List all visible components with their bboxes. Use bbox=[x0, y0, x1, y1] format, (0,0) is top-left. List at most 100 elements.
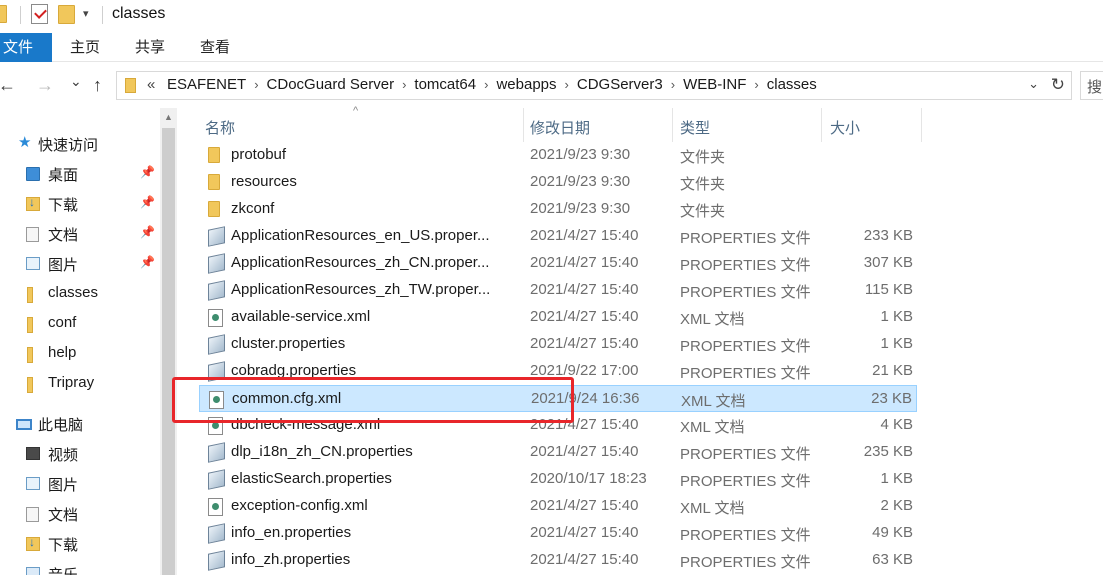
properties-icon[interactable] bbox=[31, 4, 48, 24]
chevron-down-icon[interactable]: ⌄ bbox=[1028, 76, 1039, 92]
table-row[interactable]: ApplicationResources_zh_TW.proper... 2021… bbox=[199, 277, 917, 304]
address-bar[interactable]: « ESAFENET › CDocGuard Server › tomcat64… bbox=[116, 71, 1072, 100]
xml-file-icon bbox=[208, 417, 223, 435]
search-input[interactable]: 搜 bbox=[1080, 71, 1103, 100]
column-label: 名称 bbox=[205, 120, 236, 137]
file-type: PROPERTIES 文件 bbox=[680, 338, 811, 355]
folder-icon[interactable] bbox=[0, 5, 7, 23]
sidebar-item-this-pc[interactable]: 此电脑 bbox=[0, 410, 160, 438]
table-row[interactable]: elasticSearch.properties 2020/10/17 18:23… bbox=[199, 466, 917, 493]
column-header-size[interactable]: 大小 bbox=[822, 108, 922, 142]
sidebar-item-label: 桌面 bbox=[48, 167, 79, 184]
breadcrumb-webapps[interactable]: webapps bbox=[492, 76, 560, 93]
properties-file-icon bbox=[208, 334, 225, 355]
sidebar-item-classes[interactable]: classes bbox=[0, 280, 160, 308]
scroll-up-icon[interactable]: ▲ bbox=[164, 112, 173, 122]
table-row[interactable]: cluster.properties 2021/4/27 15:40 PROPERT… bbox=[199, 331, 917, 358]
sidebar-item-videos[interactable]: 视频 bbox=[0, 440, 160, 468]
sidebar-item-help[interactable]: help bbox=[0, 340, 160, 368]
sidebar-item-music[interactable]: 音乐 bbox=[0, 560, 160, 575]
tab-file[interactable]: 文件 bbox=[0, 33, 52, 62]
file-size: 21 KB bbox=[872, 362, 913, 379]
file-size: 23 KB bbox=[871, 390, 912, 407]
table-row[interactable]: cobradg.properties 2021/9/22 17:00 PROPERT… bbox=[199, 358, 917, 385]
pin-icon[interactable]: 📌 bbox=[140, 165, 155, 179]
recent-locations-icon[interactable]: ⌄ bbox=[70, 72, 82, 90]
table-row-selected[interactable]: common.cfg.xml 2021/9/24 16:36 XML 文档 23 KB bbox=[199, 385, 917, 412]
folder-icon bbox=[27, 317, 33, 333]
pin-icon[interactable]: 📌 bbox=[140, 195, 155, 209]
table-row[interactable]: zkconf 2021/9/23 9:30 文件夹 bbox=[199, 196, 917, 223]
chevron-right-icon[interactable]: › bbox=[398, 77, 410, 92]
file-size: 2 KB bbox=[880, 497, 913, 514]
table-row[interactable]: available-service.xml 2021/4/27 15:40 XML … bbox=[199, 304, 917, 331]
tab-home[interactable]: 主页 bbox=[70, 33, 100, 62]
chevron-right-icon[interactable]: › bbox=[561, 77, 573, 92]
sidebar-item-tripray[interactable]: Tripray bbox=[0, 370, 160, 398]
up-arrow-icon[interactable]: ↑ bbox=[93, 76, 102, 94]
table-row[interactable]: resources 2021/9/23 9:30 文件夹 bbox=[199, 169, 917, 196]
table-row[interactable]: info_zh.properties 2021/4/27 15:40 PROPERT… bbox=[199, 547, 917, 574]
table-row[interactable]: dbcheck-message.xml 2021/4/27 15:40 XML 文档… bbox=[199, 412, 917, 439]
chevron-right-icon[interactable]: › bbox=[667, 77, 679, 92]
chevron-right-icon[interactable]: › bbox=[480, 77, 492, 92]
table-row[interactable]: ApplicationResources_zh_CN.proper... 2021… bbox=[199, 250, 917, 277]
window-title: classes bbox=[112, 5, 166, 22]
file-size: 115 KB bbox=[864, 281, 913, 298]
table-row[interactable]: protobuf 2021/9/23 9:30 文件夹 bbox=[199, 142, 917, 169]
properties-file-icon bbox=[208, 550, 225, 571]
sidebar-item-quick-access[interactable]: ★ 快速访问 bbox=[0, 130, 160, 158]
column-header-name[interactable]: 名称 bbox=[197, 108, 524, 142]
table-row[interactable]: ApplicationResources_en_US.proper... 2021… bbox=[199, 223, 917, 250]
breadcrumb-cdocguard-server[interactable]: CDocGuard Server bbox=[263, 76, 399, 93]
breadcrumb-esafenet[interactable]: ESAFENET bbox=[163, 76, 250, 93]
sidebar-item-desktop[interactable]: 桌面 📌 bbox=[0, 160, 160, 188]
sidebar-item-downloads[interactable]: 下载 📌 bbox=[0, 190, 160, 218]
tab-view[interactable]: 查看 bbox=[200, 33, 230, 62]
refresh-icon[interactable]: ↻ bbox=[1051, 75, 1065, 95]
nav-pane-scrollbar[interactable]: ▲ bbox=[160, 108, 177, 575]
table-row[interactable]: dlp_i18n_zh_CN.properties 2021/4/27 15:40… bbox=[199, 439, 917, 466]
new-folder-icon[interactable] bbox=[58, 5, 75, 24]
back-arrow-icon[interactable]: ← bbox=[0, 76, 16, 94]
file-type: PROPERTIES 文件 bbox=[680, 473, 811, 490]
chevron-right-icon[interactable]: › bbox=[750, 77, 762, 92]
star-icon: ★ bbox=[18, 134, 32, 151]
sidebar-item-documents-pc[interactable]: 文档 bbox=[0, 500, 160, 528]
file-list: protobuf 2021/9/23 9:30 文件夹 resources 2021/9… bbox=[177, 142, 1103, 575]
breadcrumb-web-inf[interactable]: WEB-INF bbox=[679, 76, 750, 93]
folder-icon bbox=[208, 147, 220, 163]
file-type: 文件夹 bbox=[680, 149, 726, 166]
pin-icon[interactable]: 📌 bbox=[140, 255, 155, 269]
toolbar-separator bbox=[102, 6, 103, 24]
scrollbar-thumb[interactable] bbox=[162, 128, 175, 575]
file-name: exception-config.xml bbox=[231, 497, 368, 514]
column-header-type[interactable]: 类型 bbox=[672, 108, 822, 142]
file-type: PROPERTIES 文件 bbox=[680, 527, 811, 544]
file-size: 1 KB bbox=[880, 308, 913, 325]
sidebar-item-pictures[interactable]: 图片 📌 bbox=[0, 250, 160, 278]
tab-share[interactable]: 共享 bbox=[135, 33, 165, 62]
file-name: available-service.xml bbox=[231, 308, 371, 325]
breadcrumb-cdgserver3[interactable]: CDGServer3 bbox=[573, 76, 667, 93]
breadcrumb-overflow-icon[interactable]: « bbox=[147, 76, 155, 93]
sidebar-item-conf[interactable]: conf bbox=[0, 310, 160, 338]
quick-access-dropdown-icon[interactable]: ▾ bbox=[83, 7, 89, 20]
pin-icon[interactable]: 📌 bbox=[140, 225, 155, 239]
file-date: 2021/4/27 15:40 bbox=[530, 551, 639, 568]
column-header-date[interactable]: 修改日期 bbox=[522, 108, 673, 142]
file-size: 4 KB bbox=[880, 416, 913, 433]
sidebar-item-pictures-pc[interactable]: 图片 bbox=[0, 470, 160, 498]
forward-arrow-icon[interactable]: → bbox=[36, 76, 54, 94]
sidebar-item-documents[interactable]: 文档 📌 bbox=[0, 220, 160, 248]
desktop-folder-icon bbox=[26, 167, 40, 181]
breadcrumb-classes[interactable]: classes bbox=[763, 76, 821, 93]
file-name: ApplicationResources_en_US.proper... bbox=[231, 227, 490, 244]
sidebar-item-downloads-pc[interactable]: 下载 bbox=[0, 530, 160, 558]
table-row[interactable]: info_en.properties 2021/4/27 15:40 PROPERT… bbox=[199, 520, 917, 547]
file-name: resources bbox=[231, 173, 297, 190]
breadcrumb-tomcat64[interactable]: tomcat64 bbox=[410, 76, 480, 93]
chevron-right-icon[interactable]: › bbox=[250, 77, 262, 92]
file-type: PROPERTIES 文件 bbox=[680, 230, 811, 247]
table-row[interactable]: exception-config.xml 2021/4/27 15:40 XML 文… bbox=[199, 493, 917, 520]
